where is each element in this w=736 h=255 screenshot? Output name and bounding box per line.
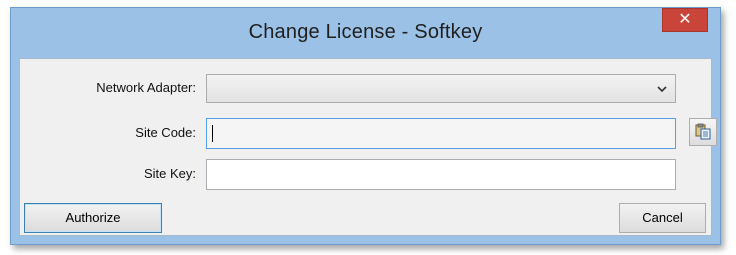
close-icon: ✕	[678, 11, 692, 28]
site-code-input[interactable]	[206, 118, 676, 149]
paste-icon	[695, 123, 711, 140]
change-license-dialog: Change License - Softkey ✕ Network Adapt…	[10, 7, 721, 245]
network-adapter-dropdown[interactable]	[206, 74, 676, 103]
text-caret	[212, 125, 213, 142]
window-title: Change License - Softkey	[248, 21, 483, 43]
close-button[interactable]: ✕	[662, 8, 708, 32]
chevron-down-icon	[657, 86, 667, 93]
site-code-label: Site Code:	[135, 125, 196, 140]
authorize-button[interactable]: Authorize	[24, 203, 162, 233]
network-adapter-label: Network Adapter:	[96, 80, 196, 95]
cancel-button[interactable]: Cancel	[619, 203, 706, 233]
site-key-label: Site Key:	[143, 166, 196, 181]
title-bar[interactable]: Change License - Softkey ✕	[11, 8, 720, 58]
paste-button[interactable]	[689, 118, 717, 146]
site-key-input[interactable]	[206, 159, 676, 190]
dialog-body: Network Adapter: Site Code: Site Key: Au…	[19, 58, 717, 236]
